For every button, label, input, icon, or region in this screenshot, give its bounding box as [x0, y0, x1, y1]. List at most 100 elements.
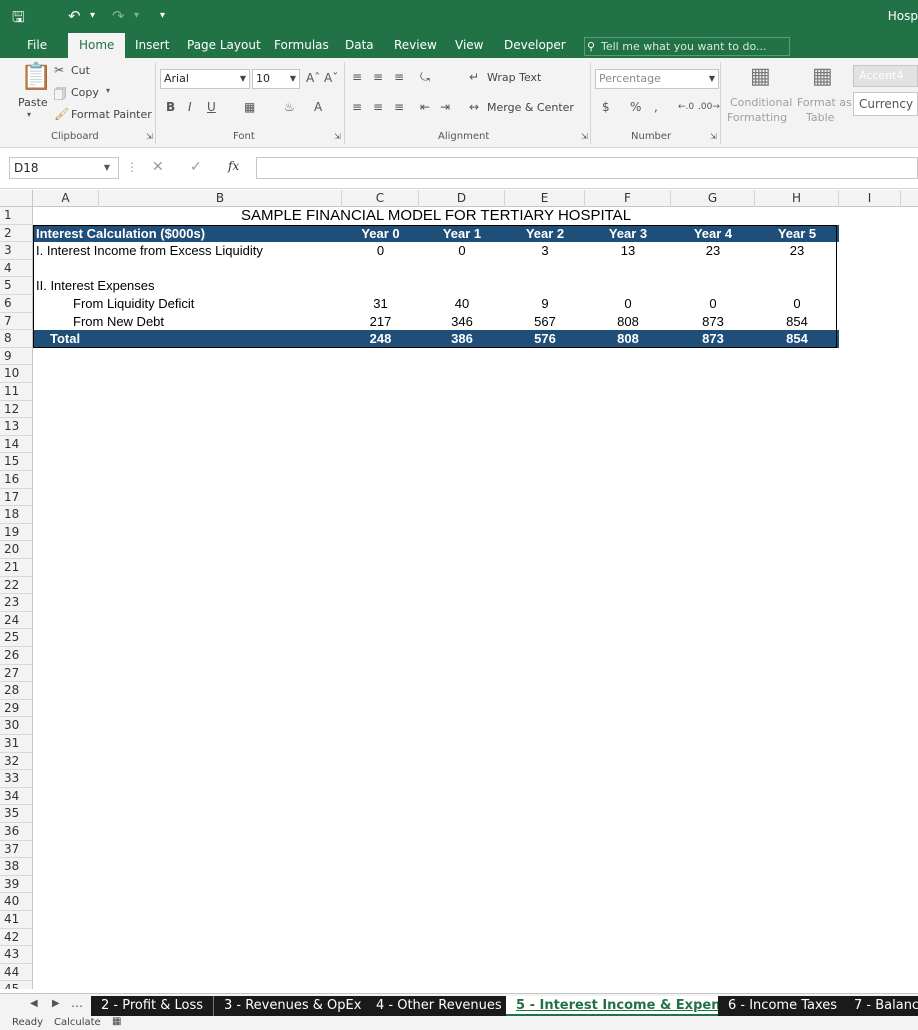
row-header[interactable]: 14 — [0, 435, 33, 454]
font-launcher-icon[interactable]: ⇲ — [334, 132, 341, 141]
column-header-f[interactable]: F — [585, 190, 671, 207]
year-1-header[interactable]: Year 1 — [419, 224, 505, 243]
tab-review[interactable]: Review — [394, 33, 437, 58]
row-header[interactable]: 31 — [0, 735, 33, 753]
paste-button[interactable]: Paste — [18, 96, 48, 109]
macro-recording-icon[interactable]: ▦ — [112, 1016, 121, 1027]
cell-value[interactable]: 854 — [755, 330, 839, 348]
row-header[interactable]: 18 — [0, 506, 33, 524]
cell-value[interactable]: 576 — [505, 330, 585, 348]
row-header[interactable]: 42 — [0, 928, 33, 947]
status-calculate[interactable]: Calculate — [54, 1017, 101, 1028]
sheet-tab-revenues-opex[interactable]: 3 - Revenues & OpEx — [214, 996, 373, 1016]
row-header[interactable]: 22 — [0, 576, 33, 595]
row-header[interactable]: 2 — [0, 224, 33, 243]
fx-icon[interactable]: fx — [228, 159, 239, 173]
undo-dropdown-icon[interactable]: ▾ — [90, 10, 95, 21]
year-2-header[interactable]: Year 2 — [505, 224, 585, 243]
tab-view[interactable]: View — [455, 33, 483, 58]
cell-value[interactable]: 23 — [671, 242, 755, 260]
header-label[interactable]: Interest Calculation ($000s) — [36, 224, 336, 243]
borders-icon[interactable]: ▦ — [244, 100, 255, 114]
more-sheets-icon[interactable]: … — [71, 996, 83, 1010]
row-header[interactable]: 34 — [0, 787, 33, 806]
cell-value[interactable]: 0 — [419, 242, 505, 260]
sheet-tab-income-taxes[interactable]: 6 - Income Taxes — [718, 996, 849, 1016]
tab-file[interactable]: File — [27, 33, 47, 58]
format-as-table-label-1[interactable]: Format as — [797, 96, 852, 109]
row-header[interactable]: 29 — [0, 699, 33, 718]
interest-expenses-label[interactable]: II. Interest Expenses — [36, 277, 336, 295]
year-5-header[interactable]: Year 5 — [755, 224, 839, 243]
merge-center-button[interactable]: Merge & Center — [487, 101, 574, 114]
column-header-c[interactable]: C — [342, 190, 419, 207]
row-header[interactable]: 25 — [0, 629, 33, 647]
cell-value[interactable]: 0 — [585, 295, 671, 313]
tab-formulas[interactable]: Formulas — [274, 33, 329, 58]
conditional-formatting-label-2[interactable]: Formatting — [727, 111, 787, 124]
year-3-header[interactable]: Year 3 — [585, 224, 671, 243]
row-header[interactable]: 13 — [0, 418, 33, 436]
align-middle-icon[interactable]: ≡ — [373, 70, 383, 84]
number-format-combo[interactable]: Percentage ▼ — [595, 69, 719, 89]
fill-color-icon[interactable]: ♨ — [284, 100, 295, 114]
interest-income-label[interactable]: I. Interest Income from Excess Liquidity — [36, 242, 336, 260]
row-header[interactable]: 23 — [0, 594, 33, 612]
format-painter-icon[interactable]: 🖌 — [54, 107, 69, 121]
alignment-launcher-icon[interactable]: ⇲ — [581, 132, 588, 141]
row-header[interactable]: 45 — [0, 981, 33, 989]
row-header[interactable]: 32 — [0, 752, 33, 771]
format-painter-button[interactable]: Format Painter — [71, 108, 152, 121]
undo-icon[interactable]: ↶ — [68, 7, 81, 25]
year-0-header[interactable]: Year 0 — [342, 224, 419, 243]
row-header[interactable]: 20 — [0, 541, 33, 559]
format-as-table-icon[interactable]: ▦ — [812, 64, 833, 89]
align-right-icon[interactable]: ≡ — [394, 100, 404, 114]
column-header-g[interactable]: G — [671, 190, 755, 207]
tell-me-search[interactable]: ⚲ Tell me what you want to do... — [584, 37, 790, 56]
row-header[interactable]: 24 — [0, 611, 33, 630]
cell-value[interactable]: 13 — [585, 242, 671, 260]
row-header[interactable]: 21 — [0, 559, 33, 577]
comma-icon[interactable]: , — [654, 100, 658, 114]
align-bottom-icon[interactable]: ≡ — [394, 70, 404, 84]
row-header[interactable]: 15 — [0, 453, 33, 471]
cell-value[interactable]: 854 — [755, 313, 839, 331]
wrap-text-icon[interactable]: ↵ — [469, 70, 479, 84]
row-header[interactable]: 35 — [0, 805, 33, 823]
cell-value[interactable]: 9 — [505, 295, 585, 313]
column-header-h[interactable]: H — [755, 190, 839, 207]
formula-input[interactable] — [256, 157, 918, 179]
cell-value[interactable]: 3 — [505, 242, 585, 260]
row-header[interactable]: 9 — [0, 347, 33, 366]
percent-icon[interactable]: % — [630, 100, 641, 114]
cell-value[interactable]: 567 — [505, 313, 585, 331]
copy-icon[interactable]: 🗍 — [54, 85, 66, 106]
cell-style-accent[interactable]: Accent4 — [853, 65, 918, 87]
cell-style-currency[interactable]: Currency — [853, 92, 918, 116]
cell-value[interactable]: 31 — [342, 295, 419, 313]
column-header-i[interactable]: I — [839, 190, 901, 207]
italic-icon[interactable]: I — [188, 100, 192, 114]
decrease-indent-icon[interactable]: ⇤ — [420, 100, 430, 114]
cell-value[interactable]: 0 — [342, 242, 419, 260]
redo-dropdown-icon[interactable]: ▾ — [134, 10, 139, 21]
decrease-font-icon[interactable]: Aˇ — [324, 71, 338, 85]
align-left-icon[interactable]: ≡ — [352, 100, 362, 114]
cell-value[interactable]: 873 — [671, 330, 755, 348]
column-header-e[interactable]: E — [505, 190, 585, 207]
cancel-icon[interactable]: ✕ — [152, 159, 164, 175]
row-header[interactable]: 38 — [0, 858, 33, 876]
increase-indent-icon[interactable]: ⇥ — [440, 100, 450, 114]
row-header[interactable]: 10 — [0, 365, 33, 383]
sheet-title[interactable]: SAMPLE FINANCIAL MODEL FOR TERTIARY HOSP… — [33, 207, 839, 225]
number-launcher-icon[interactable]: ⇲ — [710, 132, 717, 141]
column-header-b[interactable]: B — [99, 190, 342, 207]
cell-value[interactable]: 808 — [585, 313, 671, 331]
tab-developer[interactable]: Developer — [504, 33, 566, 58]
row-header[interactable]: 3 — [0, 242, 33, 260]
font-name-combo[interactable]: Arial ▼ — [160, 69, 250, 89]
row-header[interactable]: 44 — [0, 963, 33, 982]
copy-button[interactable]: Copy — [71, 86, 99, 99]
decrease-decimal-icon[interactable]: .00→ — [698, 102, 720, 112]
